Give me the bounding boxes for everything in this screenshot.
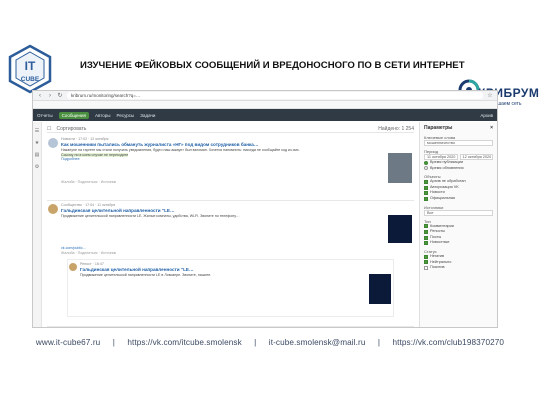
post-image [388, 215, 412, 243]
post-highlight: Ссылку ни в коем случае не переходите [61, 152, 129, 157]
url-field[interactable]: kribrum.ru/monitoring/search?q=… [67, 92, 483, 99]
checkbox-icon [424, 229, 428, 234]
message-item[interactable]: Сообщество · 17:04 · 11 октября Гальдинс… [47, 201, 414, 327]
date-to-input[interactable]: 12 октября 2020 [459, 154, 493, 160]
settings-icon[interactable]: ⚙ [35, 164, 39, 170]
left-rail: ☰ ★ ▤ ⚙ [33, 122, 42, 327]
object-checkbox[interactable]: Официальная [424, 196, 493, 202]
tab-tasks[interactable]: Задачи [140, 113, 155, 118]
svg-text:IT: IT [25, 59, 36, 73]
post-actions[interactable]: Жалоба · Поделиться · Источник [61, 180, 414, 185]
radio-icon [424, 166, 428, 171]
star-filter-icon[interactable]: ★ [35, 140, 39, 146]
radio-icon [424, 160, 428, 165]
tab-messages[interactable]: Сообщения [58, 111, 89, 119]
forward-icon[interactable]: › [47, 93, 53, 99]
browser-window: ‹ › ↻ kribrum.ru/monitoring/search?q=… ☆… [32, 90, 498, 328]
message-item[interactable]: Новости · 17:02 · 12 октября Как мошенни… [47, 135, 414, 201]
checkbox-icon [424, 260, 428, 265]
separator: | [377, 338, 381, 347]
checkbox-icon [424, 265, 428, 270]
chart-icon[interactable]: ▤ [35, 152, 40, 158]
checkbox-icon [424, 179, 428, 184]
filter-panel: Параметры × Ключевые слова мошенничество… [419, 122, 497, 327]
post-actions[interactable]: Жалоба · Поделиться · Источник [61, 251, 414, 256]
repost-image [369, 274, 391, 304]
post-image [388, 153, 412, 183]
site-link[interactable]: www.it-cube67.ru [36, 338, 100, 347]
tab-resources[interactable]: Ресурсы [117, 113, 135, 118]
avatar [48, 204, 58, 214]
checkbox-icon [424, 196, 428, 201]
contacts-footer: www.it-cube67.ru | https://vk.com/itcube… [0, 338, 540, 347]
tab-authors[interactable]: Авторы [95, 113, 111, 118]
checkbox-icon [424, 224, 428, 229]
slide-title: ИЗУЧЕНИЕ ФЕЙКОВЫХ СООБЩЕНИЙ И ВРЕДОНОСНО… [80, 60, 465, 71]
vk-club-link[interactable]: https://vk.com/club198370270 [392, 338, 504, 347]
bookmarks-bar [33, 101, 497, 109]
feed-toolbar: ☐ Сортировать Найдено: 1 254 [47, 125, 414, 133]
repost-text: Продвижение целительской направленности … [80, 273, 212, 277]
sort-control[interactable]: Сортировать [56, 126, 86, 132]
avatar [69, 263, 77, 271]
status-checkbox[interactable]: Позитив [424, 265, 493, 271]
repost-block: Репост · 16:47 Гальдинская целительной н… [67, 259, 394, 317]
menu-icon[interactable]: ☰ [35, 128, 39, 134]
message-feed: ☐ Сортировать Найдено: 1 254 Новости · 1… [42, 122, 419, 327]
close-icon[interactable]: × [490, 125, 493, 132]
panel-title: Параметры [424, 125, 453, 131]
checkbox-icon [424, 254, 428, 259]
post-text: Продвижение целительской направленности … [61, 214, 240, 218]
scope-option[interactable]: Время обновления [424, 166, 493, 172]
tab-reports[interactable]: Отчеты [37, 113, 53, 118]
results-count: Найдено: 1 254 [378, 125, 414, 132]
vk-itcube-link[interactable]: https://vk.com/itcube.smolensk [127, 338, 241, 347]
star-icon[interactable]: ☆ [487, 93, 493, 99]
checkbox-icon [424, 191, 428, 196]
it-cube-logo: IT CUBE [6, 44, 54, 96]
checkbox-icon [424, 241, 428, 246]
archive-link[interactable]: Архив [480, 113, 493, 118]
keywords-input[interactable]: мошенничество [424, 140, 493, 146]
separator: | [112, 338, 115, 347]
type-checkbox[interactable]: Новостные [424, 240, 493, 246]
app-nav: Отчеты Сообщения Авторы Ресурсы Задачи А… [33, 109, 497, 121]
select-all-checkbox[interactable]: ☐ [47, 126, 51, 132]
app-body: ☰ ★ ▤ ⚙ ☐ Сортировать Найдено: 1 254 Нов… [33, 122, 497, 327]
reload-icon[interactable]: ↻ [57, 93, 63, 99]
avatar [48, 138, 58, 148]
post-link[interactable]: Подробнее [61, 157, 414, 162]
address-bar: ‹ › ↻ kribrum.ru/monitoring/search?q=… ☆ [33, 91, 497, 101]
checkbox-icon [424, 185, 428, 190]
separator: | [254, 338, 257, 347]
svg-text:CUBE: CUBE [21, 76, 40, 83]
back-icon[interactable]: ‹ [37, 93, 43, 99]
checkbox-icon [424, 235, 428, 240]
email-link[interactable]: it-cube.smolensk@mail.ru [269, 338, 366, 347]
source-select[interactable]: Все [424, 209, 493, 216]
